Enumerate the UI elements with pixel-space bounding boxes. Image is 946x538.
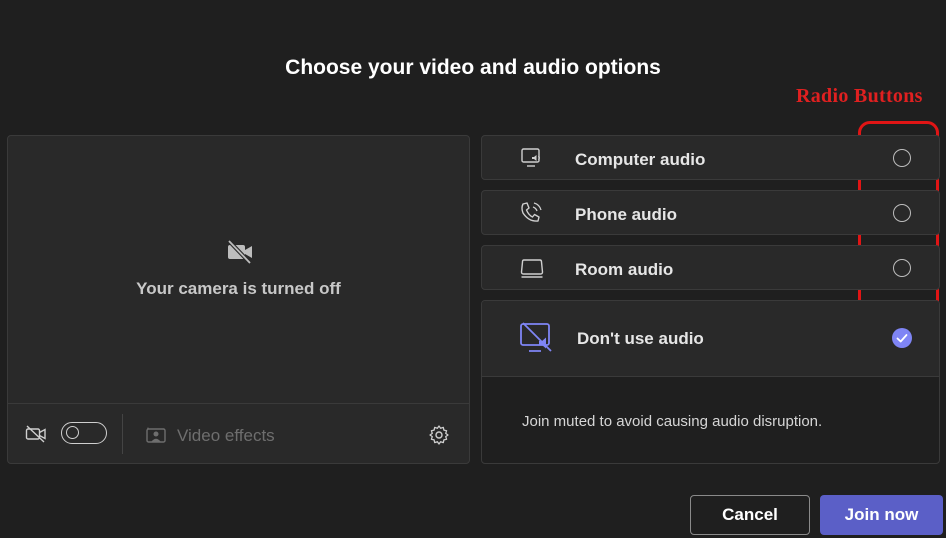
toggle-knob xyxy=(66,426,79,439)
checkmark-icon xyxy=(896,334,908,343)
no-audio-label: Don't use audio xyxy=(577,329,704,348)
computer-audio-label: Computer audio xyxy=(575,150,706,169)
video-controls-bar: Video effects xyxy=(8,403,469,463)
audio-option-phone[interactable]: Phone audio xyxy=(481,190,940,235)
settings-icon[interactable] xyxy=(428,424,450,446)
computer-audio-radio[interactable] xyxy=(893,149,911,167)
no-audio-icon xyxy=(520,322,552,352)
camera-off-message: Your camera is turned off xyxy=(136,279,341,298)
phone-audio-label: Phone audio xyxy=(575,205,677,224)
phone-audio-icon xyxy=(521,202,542,222)
video-preview-panel: Your camera is turned off Video effects xyxy=(7,135,470,464)
video-effects-icon xyxy=(146,427,166,443)
audio-option-none[interactable]: Don't use audio Join muted to avoid caus… xyxy=(481,300,940,464)
room-audio-radio[interactable] xyxy=(893,259,911,277)
audio-option-room[interactable]: Room audio xyxy=(481,245,940,290)
dialog-title: Choose your video and audio options xyxy=(285,56,661,79)
no-audio-radio[interactable] xyxy=(892,328,912,348)
camera-icon[interactable] xyxy=(25,424,47,444)
room-audio-label: Room audio xyxy=(575,260,674,279)
join-now-button[interactable]: Join now xyxy=(820,495,943,535)
divider xyxy=(122,414,123,454)
camera-off-icon xyxy=(227,239,252,265)
phone-audio-radio[interactable] xyxy=(893,204,911,222)
computer-audio-icon xyxy=(521,148,540,167)
audio-option-computer[interactable]: Computer audio xyxy=(481,135,940,180)
camera-toggle[interactable] xyxy=(61,422,107,444)
no-audio-description: Join muted to avoid causing audio disrup… xyxy=(522,413,823,430)
cancel-button[interactable]: Cancel xyxy=(690,495,810,535)
video-effects-button[interactable]: Video effects xyxy=(177,426,275,446)
room-audio-icon xyxy=(520,259,544,278)
annotation-label: Radio Buttons xyxy=(796,85,923,107)
no-audio-header[interactable]: Don't use audio xyxy=(482,301,939,377)
